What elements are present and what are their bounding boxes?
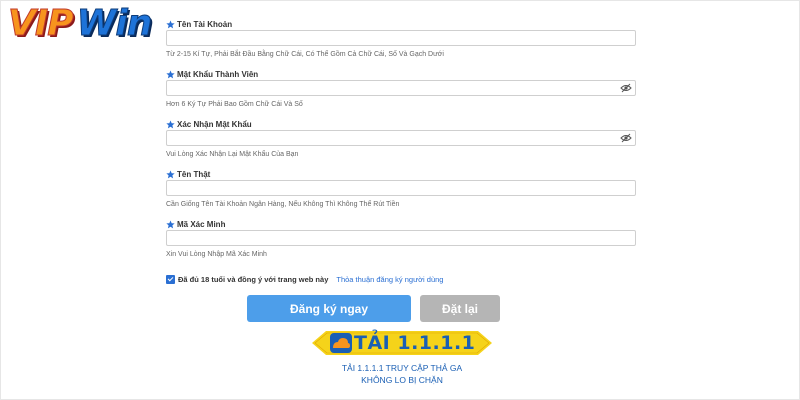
star-icon <box>166 220 175 229</box>
field-label: Xác Nhận Mật Khẩu <box>166 120 252 129</box>
field-hint: Xin Vui Lòng Nhập Mã Xác Minh <box>166 251 267 258</box>
field-label: Mã Xác Minh <box>166 220 225 229</box>
star-icon <box>166 120 175 129</box>
vipwin-logo[interactable]: VIP Win <box>8 2 153 46</box>
field-label-text: Tên Thật <box>177 170 211 179</box>
field-real-name: Tên Thật Cần Giống Tên Tài Khoản Ngân Hà… <box>166 164 646 214</box>
eye-slash-icon[interactable] <box>620 133 632 143</box>
agreement-row: Đã đủ 18 tuổi và đồng ý với trang web nà… <box>166 275 443 284</box>
agree-text: Đã đủ 18 tuổi và đồng ý với trang web nà… <box>178 275 329 284</box>
reset-button[interactable]: Đặt lại <box>420 295 500 322</box>
username-input[interactable] <box>166 30 636 46</box>
field-verification-code: Mã Xác Minh Xin Vui Lòng Nhập Mã Xác Min… <box>166 214 646 264</box>
field-label-text: Tên Tài Khoản <box>177 20 233 29</box>
field-label: Tên Tài Khoản <box>166 20 232 29</box>
banner-caption: TẢI 1.1.1.1 TRUY CẬP THẢ GA KHÔNG LO BỊ … <box>312 362 492 386</box>
field-hint: Từ 2-15 Kí Tự, Phải Bắt Đầu Bằng Chữ Cái… <box>166 51 444 58</box>
banner-text: TẢI 1.1.1.1 <box>354 332 476 354</box>
real-name-input[interactable] <box>166 180 636 196</box>
field-label-text: Xác Nhận Mật Khẩu <box>177 120 252 129</box>
registration-form: Tên Tài Khoản Từ 2-15 Kí Tự, Phải Bắt Đầ… <box>166 14 646 264</box>
field-confirm-password: Xác Nhận Mật Khẩu Vui Lòng Xác Nhận Lại … <box>166 114 646 164</box>
field-label-text: Mã Xác Minh <box>177 220 226 229</box>
banner-caption-line2: KHÔNG LO BỊ CHẶN <box>361 375 443 385</box>
field-label-text: Mật Khẩu Thành Viên <box>177 70 259 79</box>
verification-code-input[interactable] <box>166 230 636 246</box>
confirm-password-input[interactable] <box>166 130 636 146</box>
password-input[interactable] <box>166 80 636 96</box>
register-button[interactable]: Đăng ký ngay <box>247 295 411 322</box>
field-hint: Cần Giống Tên Tài Khoản Ngân Hàng, Nếu K… <box>166 201 400 208</box>
terms-link[interactable]: Thỏa thuận đăng ký người dùng <box>336 275 443 284</box>
banner-caption-line1: TẢI 1.1.1.1 TRUY CẬP THẢ GA <box>341 363 463 373</box>
field-hint: Hơn 6 Ký Tự Phải Bao Gồm Chữ Cái Và Số <box>166 101 303 108</box>
field-label: Tên Thật <box>166 170 210 179</box>
star-icon <box>166 20 175 29</box>
cloudflare-1111-icon <box>330 333 352 353</box>
eye-slash-icon[interactable] <box>620 83 632 93</box>
download-banner[interactable]: TẢI 1.1.1.1 <box>312 331 492 355</box>
field-username: Tên Tài Khoản Từ 2-15 Kí Tự, Phải Bắt Đầ… <box>166 14 646 64</box>
star-icon <box>166 70 175 79</box>
logo-vip-text: VIP <box>8 3 75 45</box>
agree-checkbox[interactable] <box>166 275 175 284</box>
field-hint: Vui Lòng Xác Nhận Lại Mật Khẩu Của Bạn <box>166 151 299 158</box>
logo-win-text: Win <box>76 3 153 45</box>
field-password: Mật Khẩu Thành Viên Hơn 6 Ký Tự Phải Bao… <box>166 64 646 114</box>
star-icon <box>166 170 175 179</box>
field-label: Mật Khẩu Thành Viên <box>166 70 258 79</box>
